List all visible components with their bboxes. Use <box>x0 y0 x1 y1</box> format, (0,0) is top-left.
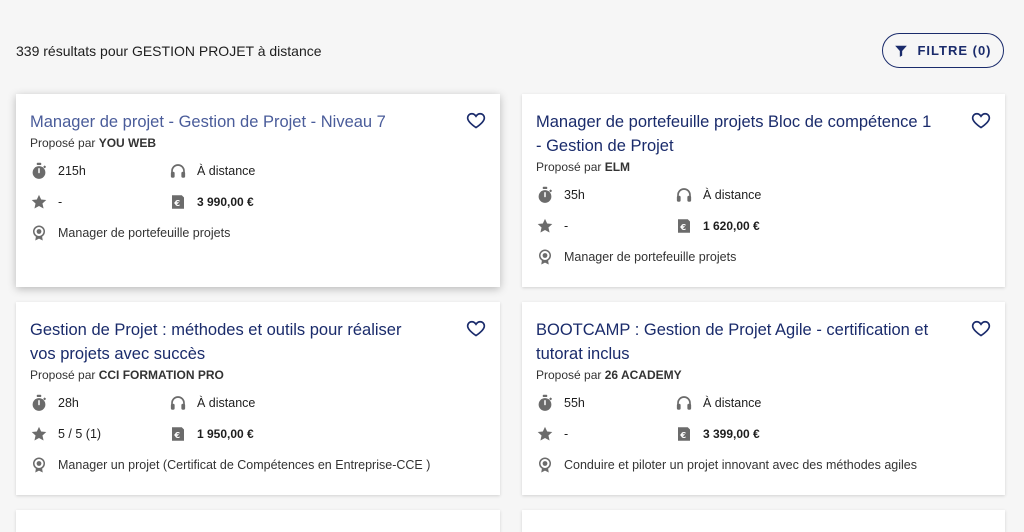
heart-icon[interactable] <box>466 110 486 130</box>
timer-icon <box>536 394 554 412</box>
results-count: 339 résultats pour GESTION PROJET à dist… <box>16 43 322 59</box>
star-icon <box>536 425 554 443</box>
star-icon <box>536 217 554 235</box>
card-certification: Manager de portefeuille projets <box>58 226 231 240</box>
headset-icon <box>169 162 187 180</box>
certification-badge-icon <box>30 224 48 242</box>
certification-badge-icon <box>536 248 554 266</box>
euro-icon <box>675 217 693 235</box>
card-rating: 5 / 5 (1) <box>58 427 102 441</box>
card-title[interactable]: Manager de portefeuille projets Bloc de … <box>536 110 936 158</box>
timer-icon <box>30 394 48 412</box>
card-price: 3 399,00 € <box>703 427 760 441</box>
card-price: 3 990,00 € <box>197 195 254 209</box>
filter-button[interactable]: FILTRE (0) <box>882 33 1004 68</box>
euro-icon <box>169 193 187 211</box>
certification-badge-icon <box>536 456 554 474</box>
heart-icon[interactable] <box>971 110 991 130</box>
card-certification: Manager de portefeuille projets <box>564 250 737 264</box>
card-title[interactable]: Gestion de Projet : méthodes et outils p… <box>30 318 430 366</box>
card-mode: À distance <box>703 396 762 410</box>
card-mode: À distance <box>703 188 762 202</box>
card-duration: 35h <box>564 188 585 202</box>
training-card-partial[interactable] <box>16 510 500 532</box>
card-price: 1 950,00 € <box>197 427 254 441</box>
card-provider: Proposé par ELM <box>536 160 631 174</box>
filter-label: FILTRE (0) <box>917 43 992 58</box>
filter-icon <box>894 44 908 58</box>
euro-icon <box>169 425 187 443</box>
card-rating: - <box>564 219 569 233</box>
training-card[interactable]: Manager de portefeuille projets Bloc de … <box>522 94 1005 287</box>
card-certification: Conduire et piloter un projet innovant a… <box>564 458 917 472</box>
card-duration: 55h <box>564 396 585 410</box>
card-provider: Proposé par CCI FORMATION PRO <box>30 368 224 382</box>
training-card[interactable]: Gestion de Projet : méthodes et outils p… <box>16 302 500 495</box>
headset-icon <box>169 394 187 412</box>
heart-icon[interactable] <box>466 318 486 338</box>
training-card-partial[interactable] <box>522 510 1005 532</box>
card-rating: - <box>58 195 63 209</box>
results-header: 339 résultats pour GESTION PROJET à dist… <box>0 0 1024 90</box>
card-duration: 215h <box>58 164 86 178</box>
card-price: 1 620,00 € <box>703 219 760 233</box>
heart-icon[interactable] <box>971 318 991 338</box>
timer-icon <box>30 162 48 180</box>
headset-icon <box>675 394 693 412</box>
card-provider: Proposé par 26 ACADEMY <box>536 368 682 382</box>
card-certification: Manager un projet (Certificat de Compéte… <box>58 458 431 472</box>
card-rating: - <box>564 427 569 441</box>
certification-badge-icon <box>30 456 48 474</box>
star-icon <box>30 193 48 211</box>
card-duration: 28h <box>58 396 79 410</box>
card-provider: Proposé par YOU WEB <box>30 136 157 150</box>
training-card[interactable]: BOOTCAMP : Gestion de Projet Agile - cer… <box>522 302 1005 495</box>
headset-icon <box>675 186 693 204</box>
star-icon <box>30 425 48 443</box>
card-mode: À distance <box>197 396 256 410</box>
euro-icon <box>675 425 693 443</box>
card-title[interactable]: Manager de projet - Gestion de Projet - … <box>30 110 430 134</box>
training-card[interactable]: Manager de projet - Gestion de Projet - … <box>16 94 500 287</box>
card-title[interactable]: BOOTCAMP : Gestion de Projet Agile - cer… <box>536 318 936 366</box>
card-mode: À distance <box>197 164 256 178</box>
timer-icon <box>536 186 554 204</box>
